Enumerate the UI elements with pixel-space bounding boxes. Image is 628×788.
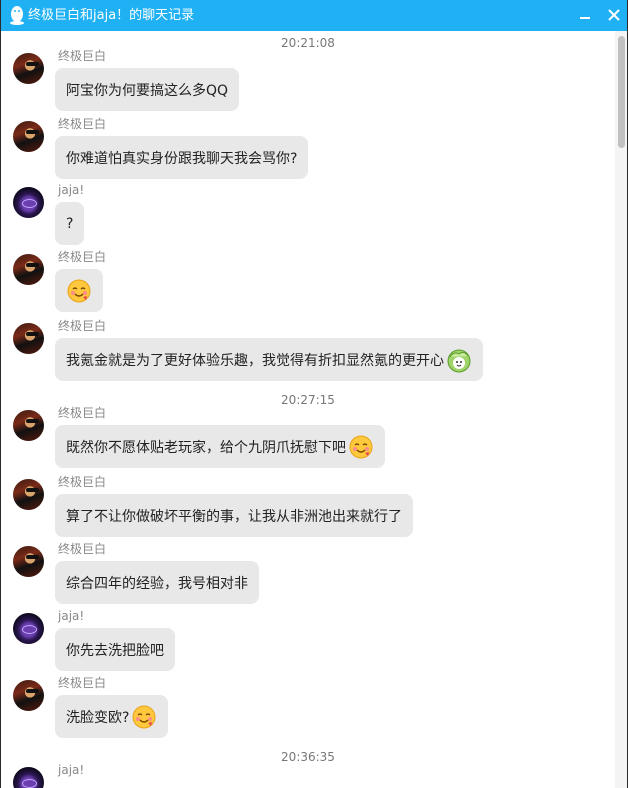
message-text: 我氪金就是为了更好体验乐趣，我觉得有折扣显然氪的更开心 — [66, 352, 444, 369]
sender-name: 终极巨白 — [58, 475, 107, 489]
sender-name: 终极巨白 — [58, 49, 107, 63]
smiling-face-emoji-icon — [131, 704, 157, 730]
chat-message: 终极巨白 阿宝你为何要搞这么多QQ — [1, 49, 615, 113]
message-bubble[interactable] — [55, 269, 103, 312]
sender-name: 终极巨白 — [58, 319, 107, 333]
chat-history[interactable]: 20:21:08 终极巨白 阿宝你为何要搞这么多QQ 终极巨白 你难道怕真实身份… — [1, 31, 615, 788]
message-text: 你先去洗把脸吧 — [66, 642, 164, 659]
qq-penguin-icon — [9, 5, 25, 25]
message-text: 既然你不愿体贴老玩家，给个九阴爪抚慰下吧 — [66, 439, 346, 456]
avatar[interactable] — [13, 767, 44, 788]
cabbage-face-emoji-icon — [446, 347, 472, 373]
scrollbar-thumb[interactable] — [618, 36, 625, 148]
chat-message: 终极巨白 我氪金就是为了更好体验乐趣，我觉得有折扣显然氪的更开心 — [1, 319, 615, 383]
avatar[interactable] — [13, 479, 44, 510]
message-bubble[interactable]: 你先去洗把脸吧 — [55, 628, 175, 671]
close-button[interactable] — [603, 4, 625, 26]
message-bubble[interactable]: 算了不让你做破坏平衡的事，让我从非洲池出来就行了 — [55, 494, 413, 537]
chat-message: jaja! ? — [1, 183, 615, 247]
message-bubble[interactable]: ? — [55, 202, 85, 245]
message-text: 阿宝你为何要搞这么多QQ — [66, 82, 229, 99]
avatar[interactable] — [13, 613, 44, 644]
timestamp: 20:21:08 — [281, 36, 335, 50]
chat-message: 终极巨白 既然你不愿体贴老玩家，给个九阴爪抚慰下吧 — [1, 406, 615, 470]
sender-name: 终极巨白 — [58, 676, 107, 690]
message-bubble[interactable]: 你难道怕真实身份跟我聊天我会骂你? — [55, 136, 309, 179]
smiling-face-emoji-icon — [66, 278, 92, 304]
message-text: 算了不让你做破坏平衡的事，让我从非洲池出来就行了 — [66, 508, 402, 525]
avatar[interactable] — [13, 53, 44, 84]
avatar[interactable] — [13, 323, 44, 354]
avatar[interactable] — [13, 187, 44, 218]
timestamp: 20:36:35 — [281, 750, 335, 764]
sender-name: 终极巨白 — [58, 542, 107, 556]
minimize-icon — [580, 17, 590, 19]
window-title: 终极巨白和jaja！的聊天记录 — [28, 8, 195, 23]
chat-message: 终极巨白 综合四年的经验，我号相对非 — [1, 542, 615, 606]
chat-message: 终极巨白 洗脸变欧? — [1, 676, 615, 740]
chat-message: 终极巨白 你难道怕真实身份跟我聊天我会骂你? — [1, 117, 615, 181]
message-bubble[interactable]: 洗脸变欧? — [55, 695, 169, 738]
smiling-face-emoji-icon — [348, 434, 374, 460]
avatar[interactable] — [13, 121, 44, 152]
message-text: ? — [66, 215, 74, 232]
message-text: 综合四年的经验，我号相对非 — [66, 575, 248, 592]
timestamp: 20:27:15 — [281, 393, 335, 407]
sender-name: jaja! — [58, 609, 85, 623]
minimize-button[interactable] — [574, 4, 596, 26]
message-text: 洗脸变欧? — [66, 709, 130, 726]
avatar[interactable] — [13, 546, 44, 577]
avatar[interactable] — [13, 410, 44, 441]
sender-name: 终极巨白 — [58, 250, 107, 264]
message-bubble[interactable]: 我氪金就是为了更好体验乐趣，我觉得有折扣显然氪的更开心 — [55, 338, 483, 381]
chat-history-window: 终极巨白和jaja！的聊天记录 20:21:08 终极巨白 阿宝你为何要搞这么多… — [0, 0, 628, 788]
message-bubble[interactable]: 阿宝你为何要搞这么多QQ — [55, 68, 240, 111]
sender-name: jaja! — [58, 763, 85, 777]
chat-message: 终极巨白 算了不让你做破坏平衡的事，让我从非洲池出来就行了 — [1, 475, 615, 539]
message-text: 你难道怕真实身份跟我聊天我会骂你? — [66, 150, 298, 167]
close-icon — [608, 9, 620, 21]
message-bubble[interactable]: 既然你不愿体贴老玩家，给个九阴爪抚慰下吧 — [55, 425, 385, 468]
chat-message: 终极巨白 — [1, 250, 615, 314]
sender-name: 终极巨白 — [58, 406, 107, 420]
sender-name: jaja! — [58, 183, 85, 197]
message-bubble[interactable]: 综合四年的经验，我号相对非 — [55, 561, 259, 604]
chat-message: jaja! — [1, 763, 615, 788]
avatar[interactable] — [13, 680, 44, 711]
chat-message: jaja! 你先去洗把脸吧 — [1, 609, 615, 673]
title-bar[interactable]: 终极巨白和jaja！的聊天记录 — [1, 0, 627, 31]
avatar[interactable] — [13, 254, 44, 285]
sender-name: 终极巨白 — [58, 117, 107, 131]
